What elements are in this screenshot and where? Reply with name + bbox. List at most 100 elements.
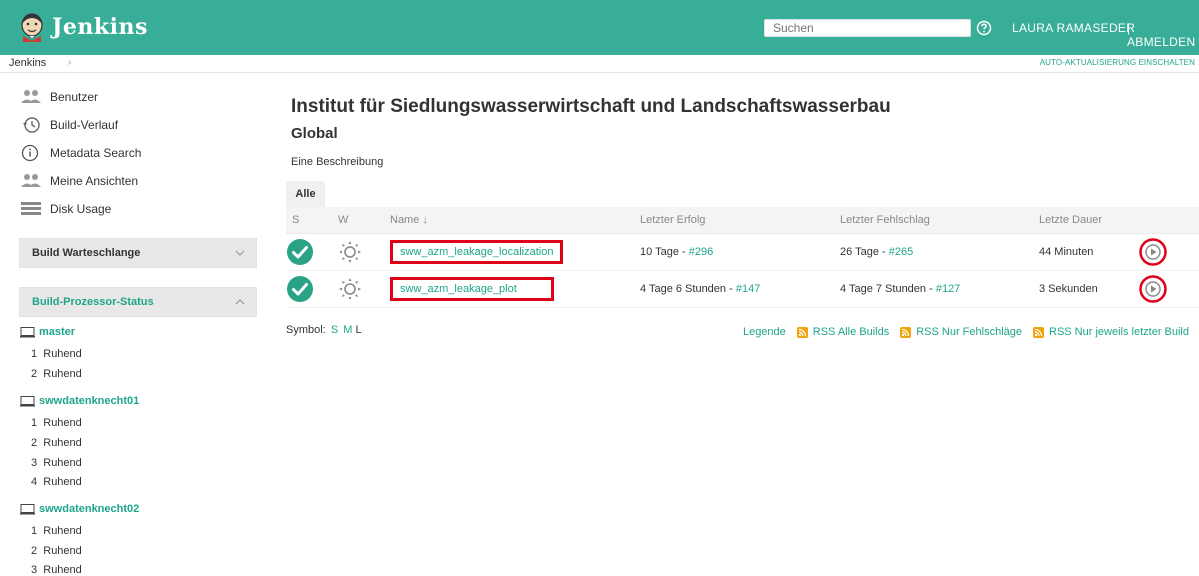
duration: 3 Sekunden [1039, 270, 1139, 308]
last-success-text: 4 Tage 6 Stunden - [640, 282, 736, 295]
node-name: swwdatenknecht01 [39, 395, 140, 407]
node-swwdatenknecht01[interactable]: swwdatenknecht01 [20, 395, 139, 407]
executor-row: 1 Ruhend [31, 525, 82, 537]
icon-size-selector: Symbol: S M L [286, 324, 362, 336]
column-last-duration[interactable]: Letzte Dauer [1039, 207, 1139, 234]
build-link[interactable]: #265 [889, 246, 913, 258]
sidebar-item-benutzer[interactable]: Benutzer [20, 87, 98, 107]
logout-link[interactable]: | ABMELDEN [1127, 21, 1199, 49]
success-status-icon [287, 238, 313, 265]
rss-failures-link[interactable]: RSS Nur Fehlschläge [900, 326, 1022, 338]
executor-row: 2 Ruhend [31, 437, 82, 449]
chevron-down-icon[interactable] [234, 247, 246, 259]
build-queue-header[interactable]: Build Warteschlange [19, 238, 257, 268]
sidebar-item-build-verlauf[interactable]: Build-Verlauf [20, 115, 118, 135]
search-input[interactable] [764, 19, 971, 37]
legend-link[interactable]: Legende [743, 326, 786, 338]
column-last-failure[interactable]: Letzter Fehlschlag [840, 207, 1039, 234]
node-master[interactable]: master [20, 326, 75, 338]
last-failure-text: 4 Tage 7 Stunden - [840, 282, 936, 295]
executors-title: Build-Prozessor-Status [32, 296, 154, 308]
icon-size-m[interactable]: M [343, 324, 352, 336]
view-name: Global [291, 125, 338, 142]
executor-row: 3 Ruhend [31, 564, 82, 576]
view-description: Eine Beschreibung [291, 156, 384, 168]
rss-icon [900, 326, 912, 338]
jenkins-butler-icon [21, 13, 43, 42]
duration: 44 Minuten [1039, 233, 1139, 271]
rss-latest-link[interactable]: RSS Nur jeweils letzter Build [1033, 326, 1189, 338]
column-w[interactable]: W [338, 207, 390, 234]
column-name[interactable]: Name ↓ [390, 207, 640, 234]
projects-table: S W Name ↓ Letzter Erfolg Letzter Fehlsc… [286, 207, 1199, 308]
disk-icon [21, 202, 41, 215]
sidebar-item-meine-ansichten[interactable]: Meine Ansichten [20, 171, 138, 191]
column-s[interactable]: S [286, 207, 338, 234]
sidebar-item-label: Meine Ansichten [50, 174, 139, 188]
executor-row: 4 Ruhend [31, 476, 82, 488]
build-now-button[interactable] [1139, 274, 1167, 303]
history-icon [23, 117, 40, 133]
jenkins-brand: Jenkins [52, 14, 148, 40]
sidebar-item-metadata-search[interactable]: Metadata Search [20, 143, 141, 163]
info-icon [21, 144, 39, 162]
people-icon [21, 90, 41, 103]
icon-size-l: L [355, 324, 362, 336]
sidebar-item-disk-usage[interactable]: Disk Usage [20, 199, 111, 219]
computer-icon [20, 395, 35, 406]
jenkins-logo[interactable]: Jenkins [18, 12, 148, 42]
rss-all-label: RSS Alle Builds [812, 326, 890, 338]
build-link[interactable]: #127 [936, 283, 960, 295]
job-link[interactable]: sww_azm_leakage_localization [390, 239, 564, 264]
table-row: sww_azm_leakage_localization 10 Tage - #… [286, 233, 1199, 271]
sidebar-item-label: Benutzer [50, 90, 99, 104]
executor-row: 2 Ruhend [31, 368, 82, 380]
node-name: swwdatenknecht02 [39, 503, 140, 515]
chevron-up-icon[interactable] [234, 296, 246, 308]
rss-failures-label: RSS Nur Fehlschläge [916, 326, 1022, 338]
build-link[interactable]: #147 [736, 283, 760, 295]
executor-row: 1 Ruhend [31, 348, 82, 360]
icon-size-s[interactable]: S [331, 324, 338, 336]
people-icon [21, 174, 41, 187]
executors-header[interactable]: Build-Prozessor-Status [19, 287, 257, 317]
sidebar-item-label: Build-Verlauf [50, 118, 119, 132]
sidebar-item-label: Disk Usage [50, 202, 112, 216]
node-name: master [39, 326, 76, 338]
sidebar-item-label: Metadata Search [50, 146, 142, 160]
executor-row: 3 Ruhend [31, 457, 82, 469]
tab-alle[interactable]: Alle [286, 181, 325, 207]
weather-sunny-icon [339, 277, 361, 300]
rss-all-link[interactable]: RSS Alle Builds [796, 326, 890, 338]
table-header-row: S W Name ↓ Letzter Erfolg Letzter Fehlsc… [286, 207, 1199, 234]
last-success-text: 10 Tage - [640, 245, 689, 258]
rss-icon [796, 326, 808, 338]
executor-row: 1 Ruhend [31, 417, 82, 429]
page-header: Jenkins LAURA RAMASEDER | ABMELDEN [0, 0, 1199, 55]
build-link[interactable]: #296 [689, 246, 713, 258]
main-panel: Institut für Siedlungswasserwirtschaft u… [272, 74, 1199, 576]
breadcrumb: Jenkins › AUTO-AKTUALISIERUNG EINSCHALTE… [0, 55, 1199, 73]
success-status-icon [287, 275, 313, 302]
executor-row: 2 Ruhend [31, 545, 82, 557]
rss-icon [1033, 326, 1044, 338]
breadcrumb-chevron-icon[interactable]: › [68, 57, 71, 68]
column-build [1139, 207, 1199, 234]
breadcrumb-jenkins[interactable]: Jenkins [9, 57, 46, 69]
last-failure-text: 26 Tage - [840, 245, 889, 258]
job-link[interactable]: sww_azm_leakage_plot [390, 276, 554, 301]
column-last-success[interactable]: Letzter Erfolg [640, 207, 840, 234]
node-swwdatenknecht02[interactable]: swwdatenknecht02 [20, 503, 139, 515]
page-title: Institut für Siedlungswasserwirtschaft u… [291, 96, 891, 117]
help-icon[interactable] [976, 20, 992, 36]
weather-sunny-icon [339, 240, 361, 263]
computer-icon [20, 326, 35, 337]
rss-latest-label: RSS Nur jeweils letzter Build [1049, 326, 1189, 338]
user-link[interactable]: LAURA RAMASEDER [1012, 21, 1135, 35]
icon-size-label: Symbol: [286, 324, 326, 336]
computer-icon [20, 503, 35, 514]
build-queue-title: Build Warteschlange [32, 247, 141, 259]
footer-links: Legende RSS Alle Builds RSS Nur Fehlschl… [732, 326, 1189, 338]
build-now-button[interactable] [1139, 237, 1167, 266]
auto-refresh-link[interactable]: AUTO-AKTUALISIERUNG EINSCHALTEN [1040, 58, 1195, 67]
